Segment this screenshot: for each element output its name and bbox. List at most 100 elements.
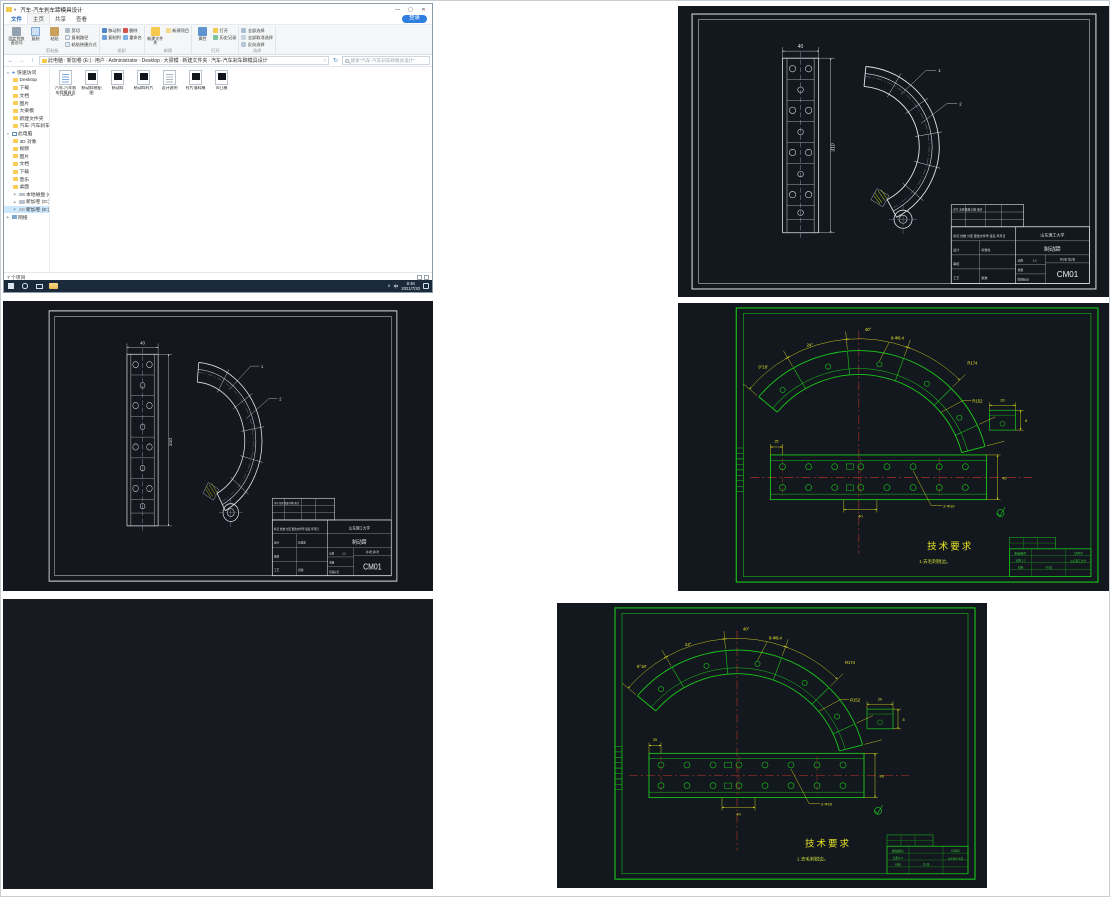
sidebar-item-downloads[interactable]: 下载 (4, 168, 49, 176)
chevron-right-icon[interactable]: ▶ (6, 215, 10, 219)
sidebar-item-documents[interactable]: 文档 (4, 160, 49, 168)
copy-to-button[interactable]: 复制到 (101, 35, 121, 41)
open-button[interactable]: 打开 (213, 28, 236, 34)
task-view-icon[interactable] (32, 280, 46, 292)
file-item[interactable]: 凹凸模 (210, 70, 233, 91)
search-input[interactable] (350, 58, 427, 63)
maximize-button[interactable]: ▢ (404, 4, 417, 15)
file-item[interactable]: 制动蹄装配图 (80, 70, 103, 95)
delete-button[interactable]: 删除 (122, 28, 142, 34)
group-label-clipboard: 剪贴板 (46, 48, 59, 53)
breadcrumb-segment[interactable]: Desktop (142, 58, 160, 64)
drive-icon (18, 207, 25, 212)
chevron-right-icon[interactable]: ▶ (13, 200, 17, 204)
select-none-button[interactable]: 全部取消选择 (241, 35, 273, 41)
tab-home[interactable]: 主页 (27, 13, 51, 24)
sidebar-item-drive-d[interactable]: ▶ 新加卷 (D:) (4, 198, 49, 206)
sidebar-item-drive-e[interactable]: ▶ 新加卷 (E:) (4, 205, 49, 214)
minimize-button[interactable]: — (391, 4, 404, 15)
paste-button[interactable]: 粘贴 (46, 26, 63, 41)
sidebar-item-music[interactable]: 音乐 (4, 175, 49, 183)
sidebar-item-pictures[interactable]: 图片 (4, 99, 49, 107)
ribbon-group-open: 属性 打开 历史记录 打开 (192, 26, 240, 54)
notification-center-icon[interactable] (423, 283, 429, 289)
chevron-down-icon[interactable]: ▼ (6, 132, 10, 136)
tab-view[interactable]: 查看 (71, 14, 92, 24)
sidebar-item-network[interactable]: ▶ 网络 (4, 213, 49, 221)
paste-shortcut-button[interactable]: 粘贴快捷方式 (65, 42, 97, 48)
properties-icon (198, 27, 208, 36)
tab-share[interactable]: 共享 (50, 14, 71, 24)
folder-icon (13, 177, 18, 182)
sidebar-item-desktop[interactable]: 桌面 (4, 183, 49, 191)
breadcrumb-segment[interactable]: Administrator (109, 58, 138, 64)
breadcrumb-separator: › (160, 57, 163, 64)
back-button[interactable]: ← (6, 56, 15, 65)
quick-access-toolbar-chevron-icon[interactable]: ▾ (14, 7, 16, 13)
breadcrumb-separator: › (105, 57, 108, 64)
tab-file[interactable]: 文件 (6, 14, 27, 24)
sidebar-item-pictures[interactable]: 图片 (4, 153, 49, 161)
file-item[interactable]: 设计说明 (158, 70, 181, 91)
sidebar-item-downloads[interactable]: 下载 (4, 84, 49, 92)
window-controls: — ▢ ✕ (391, 4, 430, 15)
new-folder-button[interactable]: 新建文件夹 (147, 26, 164, 45)
tray-chevron-icon[interactable]: ∧ (387, 283, 390, 289)
sidebar-item-folder[interactable]: 新建文件夹 (4, 115, 49, 123)
sidebar-item-folder[interactable]: 大梁模 (4, 107, 49, 115)
pin-to-quick-access-button[interactable]: 固定到快速访问 (8, 26, 25, 45)
forward-button[interactable]: → (17, 56, 26, 65)
open-icon (213, 28, 219, 34)
chevron-down-icon[interactable]: ˅ (323, 58, 326, 63)
properties-button[interactable]: 属性 (194, 26, 211, 41)
rename-button[interactable]: 重命名 (122, 35, 142, 41)
move-to-button[interactable]: 移动到 (101, 28, 121, 34)
breadcrumb-segment[interactable]: 新建文件夹 (182, 57, 207, 64)
breadcrumb-segment[interactable]: 新加卷 (E:) (67, 57, 91, 64)
sidebar-item-videos[interactable]: 视频 (4, 145, 49, 153)
file-item[interactable]: 衬片落料模 (184, 70, 207, 91)
login-button[interactable]: 登录 (401, 14, 427, 23)
chevron-right-icon[interactable]: ▶ (13, 207, 17, 211)
new-item-button[interactable]: 新建项目 (165, 28, 189, 34)
copy-button[interactable]: 复制 (27, 26, 44, 41)
sidebar-item-3d-objects[interactable]: 3D 对象 (4, 137, 49, 145)
new-folder-icon (150, 27, 160, 36)
folder-icon (13, 154, 18, 159)
sidebar-item-quick-access[interactable]: ▼ ★ 快速访问 (4, 69, 49, 77)
breadcrumb-segment[interactable]: 汽车-汽车刹车蹄模具设计 (211, 57, 268, 64)
refresh-button[interactable]: ↻ (331, 56, 340, 65)
file-item[interactable]: 制动蹄衬片 (132, 70, 155, 91)
breadcrumb-segment[interactable]: 此电脑 (48, 57, 63, 64)
sidebar-item-drive-c[interactable]: ▶本地磁盘 (C:) (4, 191, 49, 199)
select-all-button[interactable]: 全部选择 (241, 28, 273, 34)
chevron-down-icon[interactable]: ▼ (6, 71, 10, 75)
sidebar-item-documents[interactable]: 文档 (4, 92, 49, 100)
taskbar-clock[interactable]: 8:48 2021/7/20 (401, 281, 420, 291)
file-item[interactable]: 制动蹄 (106, 70, 129, 91)
search-box[interactable] (342, 56, 430, 65)
brake-lining-drawing (557, 603, 987, 888)
file-explorer-icon[interactable] (46, 280, 60, 292)
folder-icon (13, 78, 18, 83)
copy-path-button[interactable]: 复制路径 (65, 35, 97, 41)
file-item[interactable]: 汽车-汽车刹车蹄模具设计说明书 (54, 70, 77, 96)
search-icon[interactable] (18, 280, 32, 292)
cut-button[interactable]: 剪切 (65, 28, 97, 34)
sidebar-item-this-pc[interactable]: ▼ 此电脑 (4, 130, 49, 138)
dwg-file-icon (215, 70, 228, 85)
breadcrumb-segment[interactable]: 大梁模 (164, 57, 179, 64)
invert-selection-button[interactable]: 反向选择 (241, 42, 273, 48)
start-button[interactable] (4, 280, 18, 292)
search-icon (345, 58, 349, 63)
chevron-right-icon[interactable]: ▶ (13, 192, 17, 196)
breadcrumb-segment[interactable]: 用户 (95, 57, 105, 64)
sidebar-item-desktop[interactable]: Desktop (4, 77, 49, 85)
breadcrumb[interactable]: 此电脑 › 新加卷 (E:) › 用户 › Administrator › De… (39, 56, 329, 65)
ime-indicator[interactable]: 中 (394, 283, 399, 290)
copy-path-icon (65, 35, 70, 41)
sidebar-item-folder[interactable]: 汽车-汽车刹车蹄模具设计 (4, 122, 49, 130)
up-button[interactable]: ↑ (28, 56, 37, 65)
close-button[interactable]: ✕ (417, 4, 430, 15)
history-button[interactable]: 历史记录 (213, 35, 236, 41)
